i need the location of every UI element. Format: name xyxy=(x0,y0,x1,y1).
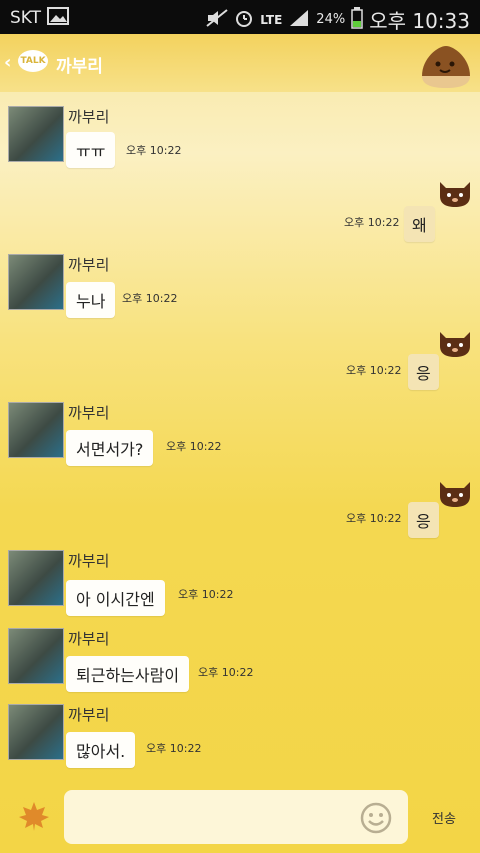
status-bar: SKT LTE 24% 오후 10:33 xyxy=(0,0,480,34)
mute-icon xyxy=(206,8,228,31)
chevron-left-icon[interactable]: ‹ xyxy=(4,52,11,73)
message-time: 오후 10:22 xyxy=(122,292,178,305)
battery-percent: 24% xyxy=(316,12,346,27)
network-type-label: LTE xyxy=(260,12,283,27)
message-list[interactable]: 까부리 ㅠㅠ 오후 10:22 오후 10:22 왜 까부리 누나 오후 10:… xyxy=(0,92,480,780)
input-bar: 전송 xyxy=(0,780,480,853)
message-bubble[interactable]: 아 이시간엔 xyxy=(66,580,165,616)
message-bubble-mine[interactable]: 응 xyxy=(408,354,439,390)
sender-name: 까부리 xyxy=(68,108,110,126)
message-time: 오후 10:22 xyxy=(346,364,402,377)
emoticon-icon[interactable] xyxy=(360,802,392,838)
cat-character-icon xyxy=(436,326,474,362)
avatar[interactable] xyxy=(8,106,64,162)
avatar[interactable] xyxy=(8,254,64,310)
message-time: 오후 10:22 xyxy=(346,512,402,525)
message-time: 오후 10:22 xyxy=(166,440,222,453)
sender-name: 까부리 xyxy=(68,630,110,648)
message-input[interactable] xyxy=(64,790,408,844)
message-time: 오후 10:22 xyxy=(198,666,254,679)
gallery-icon xyxy=(47,7,70,29)
message-time: 오후 10:22 xyxy=(146,742,202,755)
sender-name: 까부리 xyxy=(68,404,110,422)
message-time: 오후 10:22 xyxy=(178,588,234,601)
battery-icon xyxy=(351,6,363,33)
message-bubble[interactable]: 누나 xyxy=(66,282,116,318)
send-button[interactable]: 전송 xyxy=(432,808,456,827)
message-bubble[interactable]: 퇴근하는사람이 xyxy=(66,656,190,692)
avatar[interactable] xyxy=(8,550,64,606)
talk-back-button[interactable]: TALK xyxy=(18,50,48,72)
carrier-label: SKT xyxy=(10,8,42,28)
chestnut-character-icon xyxy=(418,42,474,94)
avatar[interactable] xyxy=(8,628,64,684)
message-bubble-mine[interactable]: 응 xyxy=(408,502,439,538)
message-time: 오후 10:22 xyxy=(344,216,400,229)
message-bubble[interactable]: 많아서. xyxy=(66,732,136,768)
maple-leaf-icon[interactable] xyxy=(18,800,50,836)
message-bubble[interactable]: ㅠㅠ xyxy=(66,132,116,168)
alarm-icon xyxy=(234,8,254,32)
signal-icon xyxy=(288,9,310,31)
chat-title: 까부리 xyxy=(56,57,103,77)
avatar[interactable] xyxy=(8,704,64,760)
status-left: SKT xyxy=(10,7,70,29)
clock: 오후 10:33 xyxy=(369,9,470,33)
message-bubble-mine[interactable]: 왜 xyxy=(404,206,435,242)
sender-name: 까부리 xyxy=(68,256,110,274)
status-right: LTE 24% 오후 10:33 xyxy=(206,5,470,34)
cat-character-icon xyxy=(436,176,474,212)
message-time: 오후 10:22 xyxy=(126,144,182,157)
chat-header: ‹ TALK 까부리 xyxy=(0,34,480,92)
sender-name: 까부리 xyxy=(68,706,110,724)
sender-name: 까부리 xyxy=(68,552,110,570)
cat-character-icon xyxy=(436,476,474,512)
avatar[interactable] xyxy=(8,402,64,458)
message-bubble[interactable]: 서면서가? xyxy=(66,430,154,466)
